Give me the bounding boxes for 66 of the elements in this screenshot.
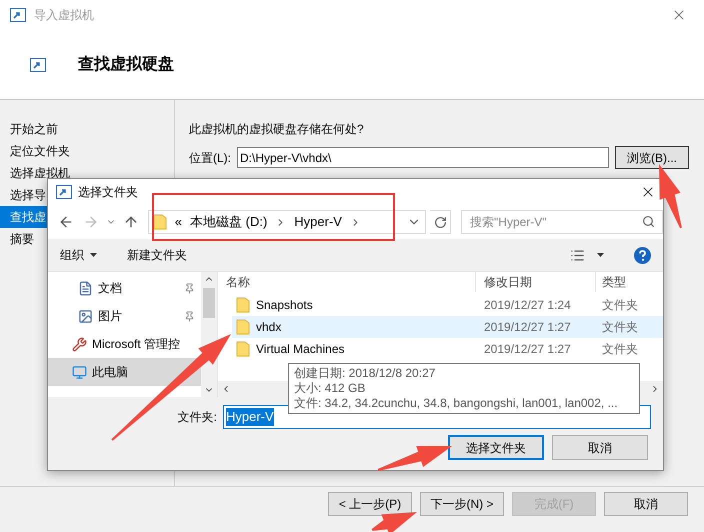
folder-icon — [152, 214, 167, 230]
file-name: vhdx — [256, 319, 282, 336]
annotation-arrow — [372, 512, 417, 532]
app-icon — [56, 185, 72, 199]
file-row[interactable]: Virtual Machines 2019/12/27 1:27 文件夹 — [232, 338, 663, 360]
breadcrumb-item[interactable]: 本地磁盘 (D:) — [190, 212, 268, 232]
picture-icon — [78, 308, 93, 324]
new-folder-button[interactable]: 新建文件夹 — [127, 246, 187, 264]
file-type: 文件夹 — [601, 319, 638, 336]
toolbox-icon — [72, 336, 87, 352]
column-header[interactable]: 修改日期 — [476, 272, 596, 292]
folder-icon — [236, 297, 250, 313]
refresh-icon — [434, 216, 447, 228]
file-type: 文件夹 — [601, 341, 638, 358]
nav-item[interactable]: 文档 — [48, 274, 201, 302]
column-header[interactable]: 名称 — [218, 272, 476, 292]
caret-icon — [597, 253, 604, 257]
app-icon — [10, 8, 26, 22]
file-name: Snapshots — [256, 297, 313, 314]
address-bar[interactable]: « 本地磁盘 (D:) Hyper-V — [148, 210, 426, 234]
location-label: 位置(L): — [189, 150, 231, 166]
folder-label: 文件夹: — [178, 409, 217, 426]
file-row[interactable]: vhdx 2019/12/27 1:27 文件夹 — [232, 316, 663, 338]
selected-text: Hyper-V — [226, 408, 274, 426]
nav-item[interactable]: 图片 — [48, 302, 201, 330]
file-name: Virtual Machines — [256, 341, 344, 358]
column-header[interactable]: 类型 — [596, 272, 663, 292]
breadcrumb-item[interactable]: Hyper-V — [294, 212, 342, 232]
wizard-button[interactable]: 取消 — [604, 492, 688, 516]
search-icon[interactable] — [642, 215, 656, 228]
annotation-arrow — [659, 164, 682, 228]
breadcrumb-item[interactable]: « — [174, 212, 182, 232]
question-text: 此虚拟机的虚拟硬盘存储在何处? — [189, 121, 365, 138]
dialog-title: 选择文件夹 — [78, 184, 138, 201]
folder-icon — [236, 319, 250, 335]
caret-icon — [90, 253, 97, 257]
view-icon — [570, 248, 585, 262]
page-heading: 查找虚拟硬盘 — [78, 54, 174, 74]
wizard-step[interactable]: 开始之前 — [0, 118, 174, 140]
nav-item[interactable]: Microsoft 管理控 — [48, 330, 201, 358]
view-button[interactable] — [570, 248, 604, 262]
dialog-button[interactable]: 取消 — [552, 435, 648, 460]
up-icon — [123, 214, 140, 230]
monitor-icon — [72, 364, 87, 380]
app-icon — [30, 58, 46, 72]
refresh-button[interactable] — [430, 210, 452, 234]
dialog-button[interactable]: 选择文件夹 — [448, 435, 544, 460]
wizard-button[interactable]: 下一步(N) > — [420, 492, 504, 516]
wizard-step[interactable]: 定位文件夹 — [0, 140, 174, 162]
folder-icon — [236, 341, 250, 357]
browse-button[interactable]: 浏览(B)... — [615, 146, 689, 169]
wizard-button[interactable]: < 上一步(P) — [328, 492, 412, 516]
info-tooltip: 创建日期: 2018/12/8 20:27 大小: 412 GB 文件: 34.2, 34.2cunchu, 34.8, bangongshi, lan001, lan002, ... — [288, 363, 640, 414]
scrollbar-thumb[interactable] — [203, 288, 215, 318]
nav-item[interactable]: 此电脑 — [48, 358, 201, 386]
file-date: 2019/12/27 1:24 — [483, 297, 572, 314]
file-row[interactable]: Snapshots 2019/12/27 1:24 文件夹 — [232, 294, 663, 316]
window-title: 导入虚拟机 — [34, 7, 94, 24]
help-icon[interactable] — [634, 246, 651, 264]
organize-menu[interactable]: 组织 — [60, 246, 97, 264]
file-type: 文件夹 — [601, 297, 638, 314]
file-date: 2019/12/27 1:27 — [483, 341, 572, 358]
location-field[interactable]: D:\Hyper-V\vhdx\ — [237, 147, 609, 168]
file-date: 2019/12/27 1:27 — [483, 319, 572, 336]
document-icon — [78, 280, 93, 296]
search-field[interactable]: 搜索"Hyper-V" — [461, 210, 664, 234]
